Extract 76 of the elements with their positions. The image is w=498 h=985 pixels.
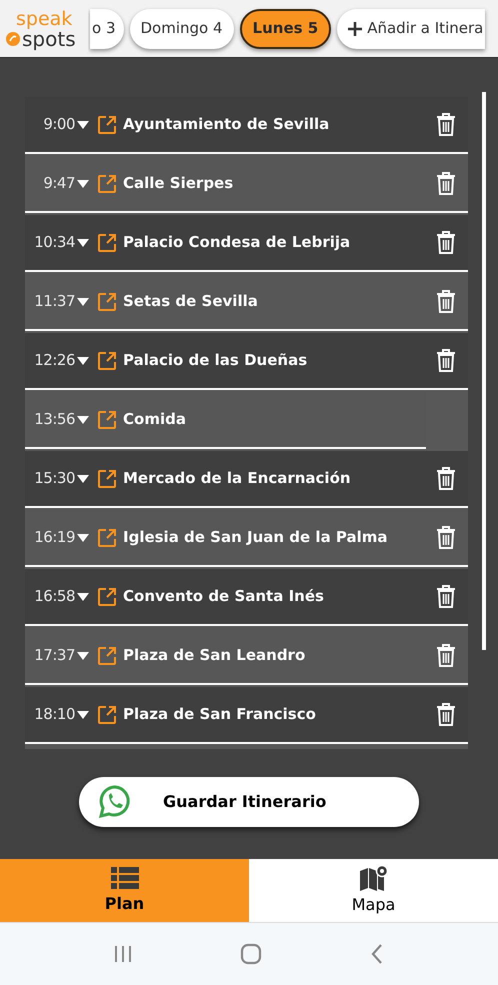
home-icon[interactable] — [240, 943, 262, 965]
time-dropdown[interactable]: 18:10 — [25, 703, 89, 726]
trash-icon[interactable] — [436, 584, 456, 608]
caret-icon — [77, 652, 89, 660]
caret-icon — [77, 298, 89, 306]
place-name: Convento de Santa Inés — [123, 586, 325, 608]
place-name: Comida — [123, 409, 187, 430]
caret-icon — [77, 534, 89, 542]
itinerary-row[interactable]: 15:30 Mercado de la Encarnación — [25, 451, 468, 508]
external-link-icon[interactable] — [97, 586, 117, 606]
itinerary-row[interactable]: 10:34 Palacio Condesa de Lebrija — [25, 215, 468, 272]
caret-icon — [77, 416, 89, 424]
logo-text: spots — [22, 28, 76, 48]
plus-icon — [347, 20, 364, 36]
trash-icon[interactable] — [436, 112, 456, 136]
day-tab[interactable]: o 3 — [90, 8, 124, 48]
logo-mark-icon — [6, 32, 20, 46]
caret-icon — [77, 120, 89, 128]
place-name: Palacio de las Dueñas — [123, 350, 308, 372]
time-dropdown[interactable]: 13:56 — [25, 408, 89, 431]
time-dropdown[interactable]: 11:37 — [25, 290, 89, 313]
back-icon[interactable] — [368, 943, 385, 965]
external-link-icon[interactable] — [97, 174, 117, 194]
place-name: Ayuntamiento de Sevilla — [123, 114, 330, 136]
external-link-icon[interactable] — [97, 646, 117, 666]
trash-icon[interactable] — [436, 644, 456, 668]
trash-icon[interactable] — [436, 702, 456, 726]
external-link-icon[interactable] — [97, 468, 117, 488]
place-name: Plaza de San Leandro — [123, 645, 306, 666]
external-link-icon[interactable] — [97, 114, 117, 134]
caret-icon — [77, 356, 89, 364]
external-link-icon[interactable] — [97, 410, 117, 430]
place-name: Iglesia de San Juan de la Palma — [123, 527, 389, 548]
day-tab[interactable]: Lunes 5 — [240, 8, 332, 48]
add-to-itinerary-button[interactable]: Añadir a Itinera — [337, 8, 486, 48]
trash-icon[interactable] — [436, 466, 456, 490]
time-dropdown[interactable]: 12:26 — [25, 349, 89, 372]
list-icon — [110, 866, 138, 890]
time-dropdown[interactable]: 16:58 — [25, 585, 89, 608]
caret-icon — [77, 180, 89, 188]
external-link-icon[interactable] — [97, 350, 117, 370]
map-pin-icon — [358, 864, 388, 890]
time-dropdown[interactable]: 16:19 — [25, 526, 89, 549]
external-link-icon[interactable] — [97, 292, 117, 312]
caret-icon — [77, 474, 89, 482]
time-dropdown[interactable]: 9:47 — [25, 172, 89, 195]
day-tab[interactable]: Domingo 4 — [130, 8, 234, 48]
place-name: Calle Sierpes — [123, 173, 234, 194]
save-itinerary-button[interactable]: Guardar Itinerario — [79, 777, 419, 827]
time-dropdown[interactable]: 10:34 — [25, 231, 89, 254]
place-name: Plaza de San Francisco — [123, 704, 317, 726]
itinerary-row[interactable]: 9:00 Ayuntamiento de Sevilla — [25, 97, 468, 154]
caret-icon — [77, 238, 89, 246]
trash-icon[interactable] — [436, 172, 456, 196]
caret-icon — [77, 710, 89, 718]
recent-apps-icon[interactable] — [113, 944, 134, 964]
time-dropdown[interactable]: 15:30 — [25, 467, 89, 490]
place-name: Mercado de la Encarnación — [123, 468, 352, 490]
trash-icon[interactable] — [436, 348, 456, 372]
scrollbar[interactable] — [482, 92, 486, 650]
itinerary-row[interactable]: 18:10 Plaza de San Francisco — [25, 687, 468, 744]
time-dropdown[interactable]: 9:00 — [25, 113, 89, 136]
logo-text: speak — [15, 10, 74, 28]
trash-icon[interactable] — [436, 526, 456, 550]
place-name: Setas de Sevilla — [123, 291, 259, 312]
external-link-icon[interactable] — [97, 704, 117, 724]
place-name: Palacio Condesa de Lebrija — [123, 232, 352, 254]
caret-icon — [77, 592, 89, 600]
itinerary-row[interactable]: 16:58 Convento de Santa Inés — [25, 569, 468, 626]
bottom-tab[interactable]: Plan — [0, 859, 249, 922]
trash-icon[interactable] — [436, 230, 456, 254]
itinerary-row[interactable]: 12:26 Palacio de las Dueñas — [25, 333, 468, 390]
trash-icon[interactable] — [436, 290, 456, 314]
external-link-icon[interactable] — [97, 232, 117, 252]
time-dropdown[interactable]: 17:37 — [25, 644, 89, 667]
external-link-icon[interactable] — [97, 528, 117, 548]
